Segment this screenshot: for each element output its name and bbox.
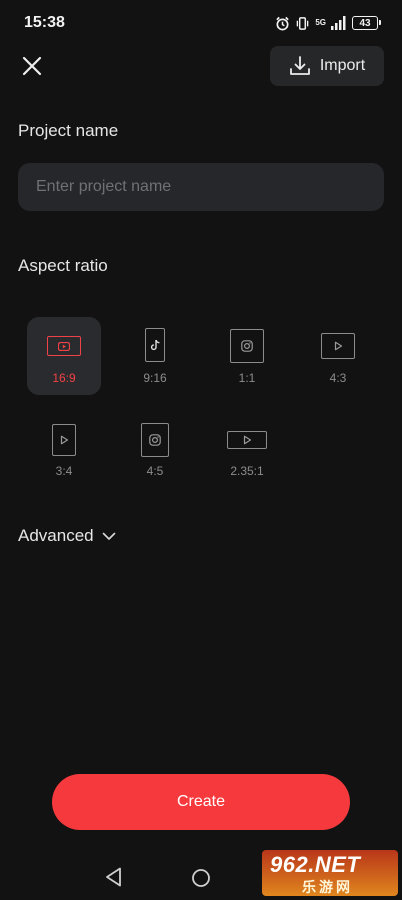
network-type-label: 5G (315, 18, 326, 27)
ratio-option-16-9[interactable]: 16:9 (27, 317, 101, 395)
project-name-input[interactable] (18, 163, 384, 211)
ratio-option-4-3[interactable]: 4:3 (301, 317, 375, 395)
watermark-top-text: 962.NET (270, 852, 361, 877)
status-icons: 5G 43 (275, 14, 381, 32)
ratio-option-2-35-1[interactable]: 2.35:1 (210, 410, 284, 488)
nav-home-button[interactable] (191, 868, 211, 893)
youtube-icon (58, 341, 70, 351)
watermark-logo: 962.NET 乐游网 (262, 850, 398, 896)
ratio-label-16-9: 16:9 (52, 371, 76, 385)
play-icon (334, 341, 343, 351)
ratio-label-9-16: 9:16 (143, 371, 167, 385)
tiktok-icon (150, 339, 159, 351)
ratio-label-2-35-1: 2.35:1 (230, 464, 264, 478)
ratio-option-9-16[interactable]: 9:16 (118, 317, 192, 395)
back-triangle-icon (106, 867, 121, 887)
signal-icon (331, 16, 346, 30)
ratio-label-4-5: 4:5 (146, 464, 164, 478)
battery-indicator: 43 (352, 16, 381, 30)
play-icon (243, 435, 252, 445)
aspect-ratio-label: Aspect ratio (18, 256, 108, 275)
home-circle-icon (192, 869, 210, 887)
import-button[interactable]: Import (270, 46, 384, 86)
ratio-label-4-3: 4:3 (329, 371, 347, 385)
ratio-frame-3-4 (52, 424, 76, 456)
ratio-label-1-1: 1:1 (238, 371, 256, 385)
close-icon (22, 56, 42, 76)
instagram-icon (149, 434, 161, 446)
close-button[interactable] (18, 52, 46, 80)
ratio-label-3-4: 3:4 (55, 464, 73, 478)
ratio-frame-9-16 (145, 328, 165, 362)
download-icon (289, 56, 310, 75)
status-bar: 15:38 5G 43 (0, 0, 402, 46)
project-name-label: Project name (18, 121, 119, 140)
ratio-frame-2-35-1 (227, 431, 267, 449)
advanced-label: Advanced (18, 526, 94, 545)
import-label: Import (319, 57, 366, 74)
ratio-frame-4-3 (321, 333, 355, 359)
ratio-frame-4-5 (141, 423, 169, 457)
chevron-down-icon (102, 532, 115, 540)
advanced-toggle[interactable]: Advanced (18, 526, 116, 546)
status-time: 15:38 (24, 14, 65, 31)
ratio-option-3-4[interactable]: 3:4 (27, 410, 101, 488)
play-icon (60, 435, 69, 445)
nav-back-button[interactable] (104, 866, 124, 893)
instagram-icon (241, 340, 253, 352)
alarm-icon (276, 16, 290, 30)
vibrate-icon (297, 16, 309, 30)
watermark-bottom-text: 乐游网 (302, 879, 353, 895)
ratio-option-4-5[interactable]: 4:5 (118, 410, 192, 488)
ratio-option-1-1[interactable]: 1:1 (210, 317, 284, 395)
create-button[interactable]: Create (52, 774, 350, 830)
ratio-frame-16-9 (47, 336, 81, 356)
ratio-frame-1-1 (230, 329, 264, 363)
